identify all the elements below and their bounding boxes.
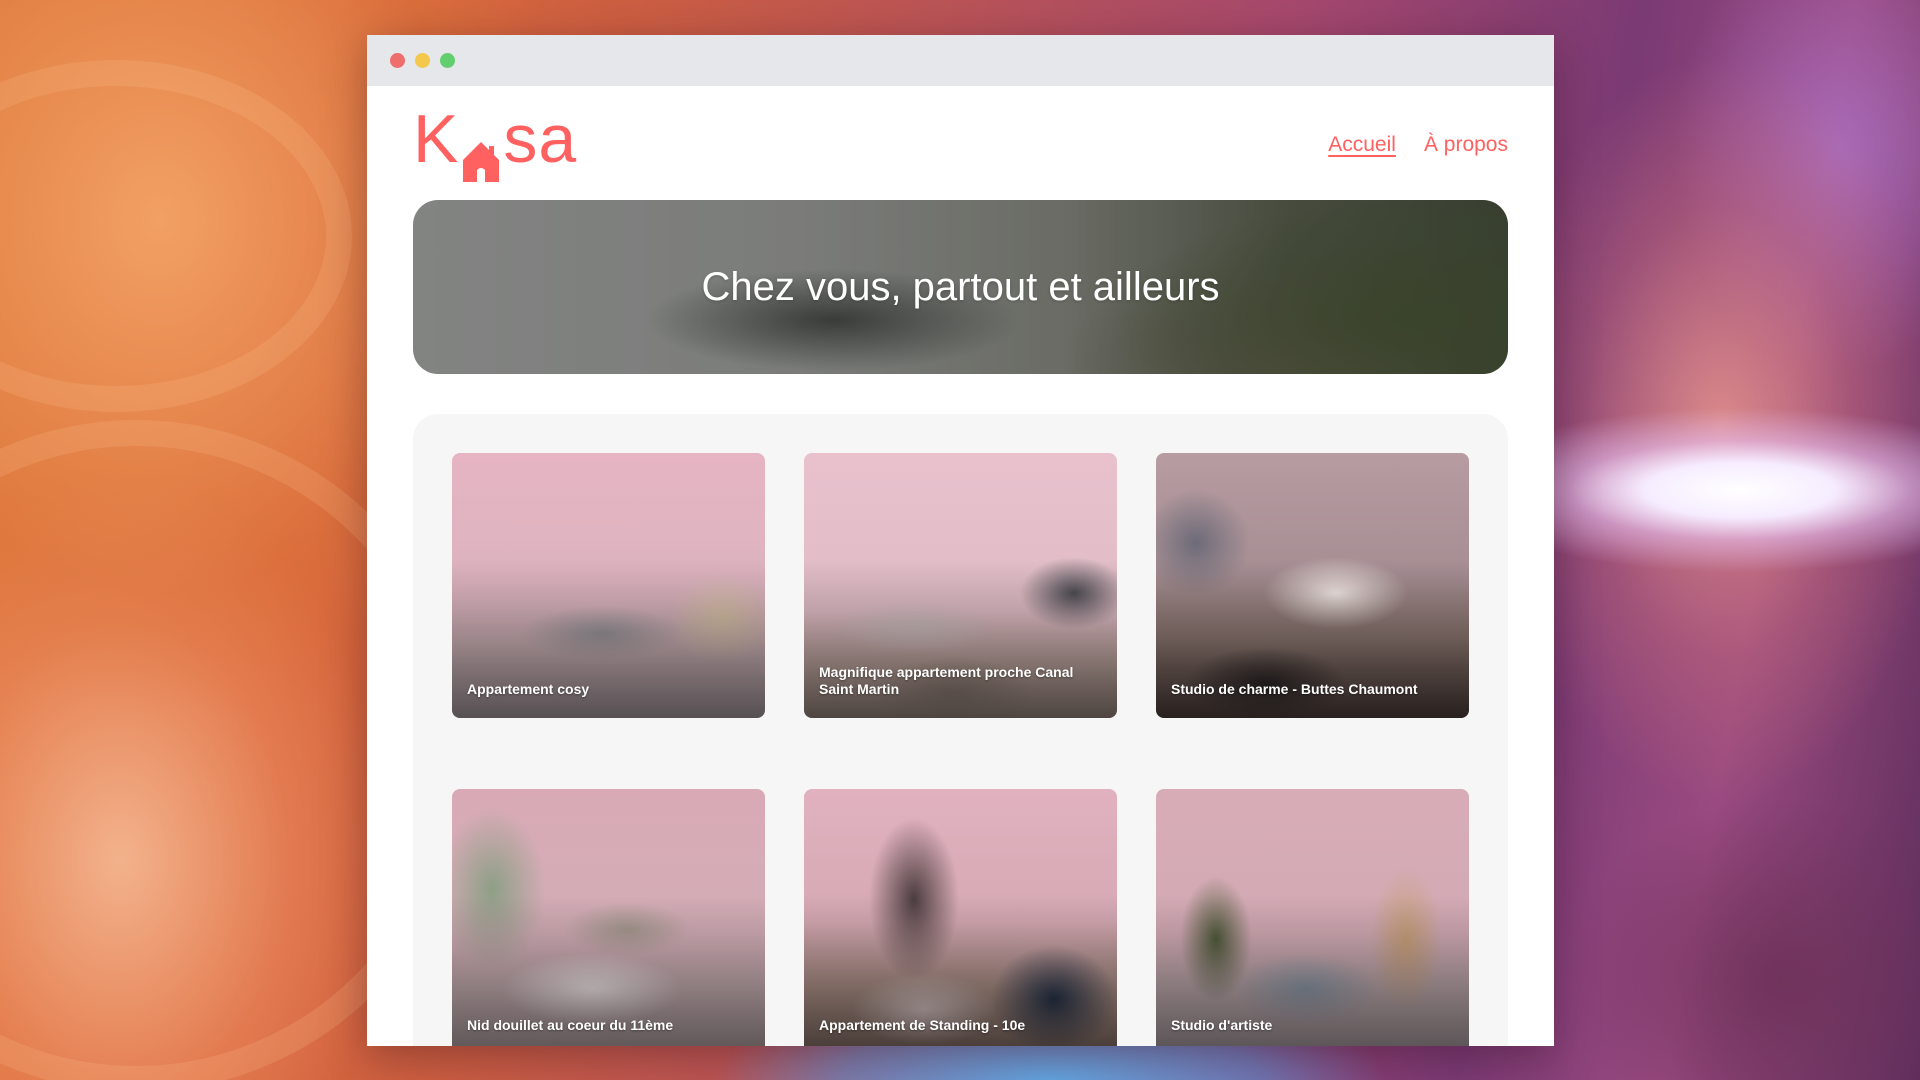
nav-link-a-propos[interactable]: À propos bbox=[1424, 133, 1508, 157]
listing-title: Nid douillet au coeur du 11ème bbox=[467, 1016, 674, 1033]
hero-banner: Chez vous, partout et ailleurs bbox=[413, 200, 1508, 374]
listing-title: Magnifique appartement proche Canal Sain… bbox=[819, 664, 1074, 697]
listing-card[interactable]: Appartement de Standing - 10e bbox=[804, 788, 1117, 1046]
nav-link-accueil[interactable]: Accueil bbox=[1328, 133, 1396, 157]
listing-title: Studio d'artiste bbox=[1171, 1016, 1273, 1033]
listing-card[interactable]: Magnifique appartement proche Canal Sain… bbox=[804, 453, 1117, 718]
banner-title: Chez vous, partout et ailleurs bbox=[701, 264, 1220, 309]
listings-gallery: Appartement cosy Magnifique appartement … bbox=[413, 414, 1508, 1046]
logo-letter: sa bbox=[503, 101, 578, 177]
kasa-logo[interactable]: K sa bbox=[413, 105, 577, 182]
main-nav: Accueil À propos bbox=[1328, 129, 1508, 157]
desktop-background: K sa Accueil À propos Chez vous, partout… bbox=[0, 0, 1920, 1080]
listing-card[interactable]: Appartement cosy bbox=[452, 453, 765, 718]
logo-letter: K bbox=[413, 101, 460, 177]
listing-photo bbox=[452, 788, 765, 1046]
listing-card[interactable]: Studio d'artiste bbox=[1156, 788, 1469, 1046]
background-swirl bbox=[0, 60, 352, 412]
listing-card[interactable]: Nid douillet au coeur du 11ème bbox=[452, 788, 765, 1046]
listing-title: Appartement cosy bbox=[467, 681, 590, 697]
listing-photo bbox=[1156, 453, 1469, 718]
listing-photo bbox=[1156, 788, 1469, 1046]
maximize-window-button[interactable] bbox=[440, 53, 455, 68]
listing-card[interactable]: Studio de charme - Buttes Chaumont bbox=[1156, 453, 1469, 718]
listing-photo bbox=[804, 788, 1117, 1046]
page-content: K sa Accueil À propos Chez vous, partout… bbox=[367, 86, 1554, 1046]
listing-photo bbox=[452, 453, 765, 718]
close-window-button[interactable] bbox=[390, 53, 405, 68]
minimize-window-button[interactable] bbox=[415, 53, 430, 68]
browser-window: K sa Accueil À propos Chez vous, partout… bbox=[367, 35, 1554, 1046]
window-titlebar bbox=[367, 35, 1554, 86]
site-header: K sa Accueil À propos bbox=[413, 86, 1508, 200]
listing-title: Studio de charme - Buttes Chaumont bbox=[1171, 681, 1418, 697]
listing-title: Appartement de Standing - 10e bbox=[819, 1016, 1026, 1033]
house-icon bbox=[461, 127, 501, 182]
